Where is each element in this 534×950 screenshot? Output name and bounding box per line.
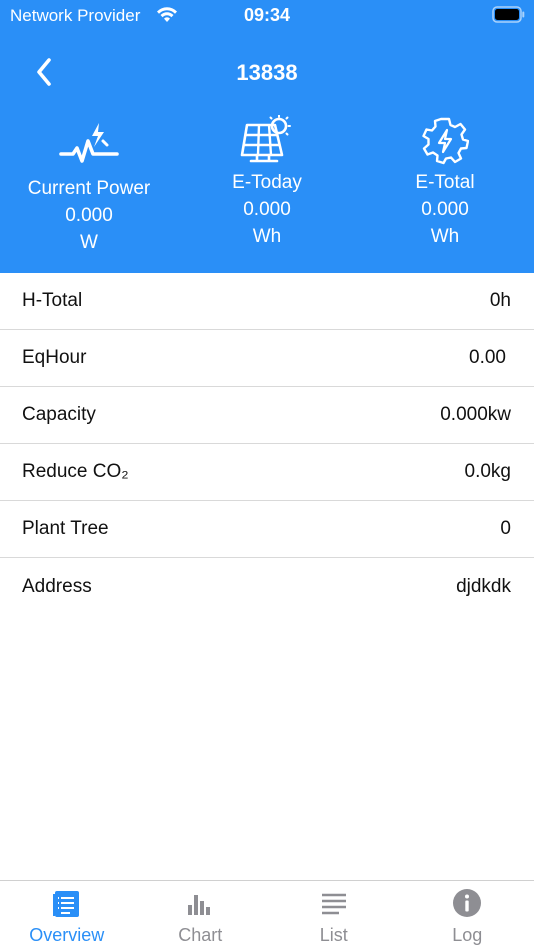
page-title: 13838 (236, 60, 298, 85)
status-bar: Network Provider 09:34 (0, 0, 534, 30)
tab-label: Chart (178, 925, 223, 945)
detail-label: Capacity (22, 404, 96, 425)
stat-value: 0.000 (65, 205, 113, 226)
bar-chart-icon (188, 895, 211, 915)
info-icon (453, 889, 482, 917)
stat-e-total: E-Total 0.000 Wh (356, 108, 534, 250)
stat-unit: Wh (430, 226, 460, 247)
tab-overview[interactable]: Overview (0, 881, 134, 950)
detail-value: 0.0kg (464, 461, 511, 482)
detail-value: 0.00 (469, 347, 506, 368)
detail-row-address: Address djdkdk (0, 558, 534, 615)
tab-bar: Overview Chart List Log (0, 880, 534, 950)
detail-label: Plant Tree (22, 518, 109, 539)
detail-label: Address (22, 575, 92, 597)
list-lines-icon (321, 893, 346, 915)
detail-value: 0h (489, 290, 511, 311)
detail-label: Reduce CO₂ (22, 461, 129, 482)
header: Network Provider 09:34 13838 Current Pow… (0, 0, 534, 273)
stat-unit: W (80, 232, 98, 253)
detail-label: EqHour (22, 347, 87, 368)
solar-panel-icon (240, 115, 291, 163)
detail-value: djdkdk (456, 575, 511, 597)
stat-label: E-Total (415, 172, 475, 193)
stat-current-power: Current Power 0.000 W (0, 108, 178, 256)
detail-row-reduce-co2: Reduce CO₂ 0.0kg (0, 444, 534, 501)
detail-label: H-Total (22, 290, 83, 311)
stat-label: Current Power (27, 178, 151, 199)
tab-label: Overview (29, 925, 105, 945)
stat-label: E-Today (232, 172, 302, 193)
gear-bolt-icon (422, 117, 469, 165)
stat-value: 0.000 (243, 199, 291, 220)
stat-e-today: E-Today 0.000 Wh (178, 108, 356, 250)
tab-label: List (319, 925, 348, 945)
tab-label: Log (452, 925, 483, 945)
detail-row-h-total: H-Total 0h (0, 273, 534, 330)
tab-list[interactable]: List (267, 881, 401, 950)
document-list-icon (52, 891, 79, 917)
detail-value: 0 (500, 518, 511, 539)
stat-unit: Wh (252, 226, 282, 247)
stat-value: 0.000 (421, 199, 469, 220)
detail-row-plant-tree: Plant Tree 0 (0, 501, 534, 558)
battery-icon (492, 6, 525, 23)
detail-value: 0.000kw (440, 404, 511, 425)
detail-list: H-Total 0h EqHour 0.00 Capacity 0.000kw … (0, 273, 534, 615)
detail-row-eqhour: EqHour 0.00 (0, 330, 534, 387)
tab-chart[interactable]: Chart (134, 881, 268, 950)
detail-row-capacity: Capacity 0.000kw (0, 387, 534, 444)
status-time: 09:34 (243, 5, 291, 25)
power-pulse-icon (59, 123, 119, 163)
tab-log[interactable]: Log (401, 881, 534, 950)
